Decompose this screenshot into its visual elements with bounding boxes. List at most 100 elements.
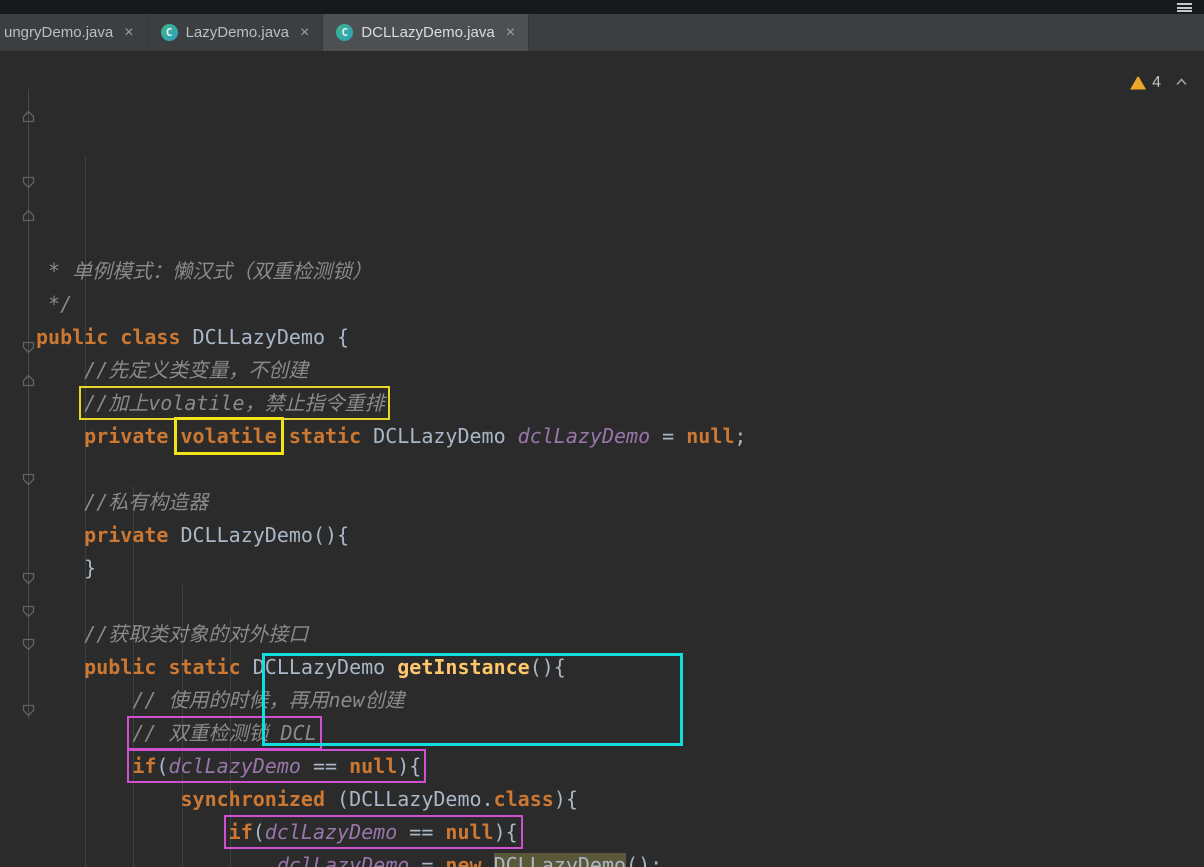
code-token: DCLLazyDemo {: [192, 325, 350, 349]
editor[interactable]: * 单例模式：懒汉式（双重检测锁） */ public class DCLLazy…: [0, 52, 1204, 867]
code-token: if: [228, 820, 253, 844]
code-token: // 双重检测锁 DCL: [132, 721, 317, 745]
code-line[interactable]: if(dclLazyDemo == null){: [36, 815, 1204, 849]
code-token: DCLLazyDemo: [252, 655, 398, 679]
code-token: ){: [493, 820, 518, 844]
code-token: ){: [553, 787, 578, 811]
code-line[interactable]: dclLazyDemo = new DCLLazyDemo();: [36, 849, 1204, 867]
code-token: =: [650, 424, 687, 448]
code-token: dclLazyDemo: [517, 424, 651, 448]
code-token: static: [276, 424, 374, 448]
code-token: (: [156, 754, 169, 778]
code-token: public class: [36, 325, 193, 349]
code-token: //加上volatile，禁止指令重排: [84, 391, 385, 415]
code-line[interactable]: private volatile static DCLLazyDemo dclL…: [36, 417, 1204, 455]
code-line[interactable]: public static DCLLazyDemo getInstance(){: [36, 651, 1204, 684]
warning-count: 4: [1152, 74, 1161, 91]
tab-close-icon[interactable]: ×: [300, 24, 309, 41]
code-token: getInstance: [397, 655, 530, 679]
tab-close-icon[interactable]: ×: [506, 24, 515, 41]
code-token: DCLLazyDemo: [493, 853, 627, 867]
code-token: //私有构造器: [84, 490, 209, 514]
hamburger-menu-icon[interactable]: [1177, 3, 1192, 12]
class-icon: C: [160, 24, 178, 41]
fold-start-icon[interactable]: [22, 166, 35, 189]
code-token: dclLazyDemo: [168, 754, 301, 778]
fold-end-icon[interactable]: [22, 100, 35, 123]
fold-start-icon[interactable]: [22, 595, 35, 618]
code-token: * 单例模式：懒汉式（双重检测锁）: [36, 259, 373, 283]
fold-end-icon[interactable]: [22, 199, 35, 222]
code-line[interactable]: //加上volatile，禁止指令重排: [36, 386, 1204, 420]
code-line[interactable]: if(dclLazyDemo == null){: [36, 749, 1204, 783]
fold-start-icon[interactable]: [22, 628, 35, 651]
tab-DCLLazyDemo.java[interactable]: C DCLLazyDemo.java ×: [323, 14, 530, 51]
code-token: (DCLLazyDemo.: [337, 787, 494, 811]
code-line[interactable]: public class DCLLazyDemo {: [36, 321, 1204, 354]
code-line[interactable]: [36, 585, 1204, 618]
code-line[interactable]: private DCLLazyDemo(){: [36, 519, 1204, 552]
code-token: ==: [397, 820, 446, 844]
code-token: dclLazyDemo: [264, 820, 398, 844]
code-area[interactable]: * 单例模式：懒汉式（双重检测锁） */ public class DCLLazy…: [36, 57, 1204, 867]
code-token: }: [36, 556, 97, 580]
code-token: ==: [300, 754, 350, 778]
code-token: */: [36, 292, 73, 316]
fold-start-icon[interactable]: [22, 694, 35, 717]
class-icon: C: [336, 24, 354, 41]
code-token: ();: [626, 853, 663, 867]
annotation-box-yellow: //加上volatile，禁止指令重排: [79, 386, 390, 420]
fold-end-icon[interactable]: [22, 364, 35, 387]
tab-ungryDemo.java[interactable]: ungryDemo.java ×: [0, 14, 148, 51]
annotation-box-magenta: if(dclLazyDemo == null){: [223, 815, 523, 849]
tab-label: ungryDemo.java: [4, 24, 114, 41]
fold-start-icon[interactable]: [22, 463, 35, 486]
code-token: (){: [529, 655, 566, 679]
code-line[interactable]: }: [36, 552, 1204, 585]
annotation-box-magenta: // 双重检测锁 DCL: [127, 716, 322, 750]
code-line[interactable]: */: [36, 288, 1204, 321]
code-line[interactable]: synchronized (DCLLazyDemo.class){: [36, 783, 1204, 816]
tab-label: DCLLazyDemo.java: [361, 24, 495, 41]
code-token: if: [132, 754, 157, 778]
window-titlebar: [0, 0, 1204, 14]
code-token: DCLLazyDemo: [373, 424, 518, 448]
fold-start-icon[interactable]: [22, 562, 35, 585]
code-line[interactable]: [36, 453, 1204, 486]
code-line[interactable]: // 双重检测锁 DCL: [36, 716, 1204, 750]
code-line[interactable]: //私有构造器: [36, 486, 1204, 519]
code-line[interactable]: * 单例模式：懒汉式（双重检测锁）: [36, 255, 1204, 288]
code-token: //先定义类变量，不创建: [84, 358, 309, 382]
code-token: new: [445, 853, 494, 867]
code-token: ;: [734, 424, 747, 448]
annotation-box-yellow-thick: volatile: [173, 417, 284, 455]
code-token: (: [252, 820, 265, 844]
inspections-widget[interactable]: ! 4: [1130, 66, 1188, 99]
chevron-up-icon[interactable]: [1175, 76, 1188, 89]
warning-icon: !: [1130, 75, 1147, 90]
code-line[interactable]: // 使用的时候，再用new创建: [36, 684, 1204, 717]
code-token: synchronized: [180, 787, 338, 811]
code-token: =: [409, 853, 446, 867]
tab-close-icon[interactable]: ×: [124, 24, 133, 41]
code-line[interactable]: //获取类对象的对外接口: [36, 618, 1204, 651]
code-token: DCLLazyDemo(){: [180, 523, 350, 547]
tab-LazyDemo.java[interactable]: C LazyDemo.java ×: [148, 14, 324, 51]
code-token: private: [84, 523, 181, 547]
tab-bar: ungryDemo.java × C LazyDemo.java × C DCLLazyDe…: [0, 14, 1204, 52]
fold-start-icon[interactable]: [22, 331, 35, 354]
code-line[interactable]: //先定义类变量，不创建: [36, 354, 1204, 387]
annotation-box-magenta: if(dclLazyDemo == null){: [127, 749, 427, 783]
editor-gutter: [0, 57, 36, 867]
code-token: class: [493, 787, 554, 811]
